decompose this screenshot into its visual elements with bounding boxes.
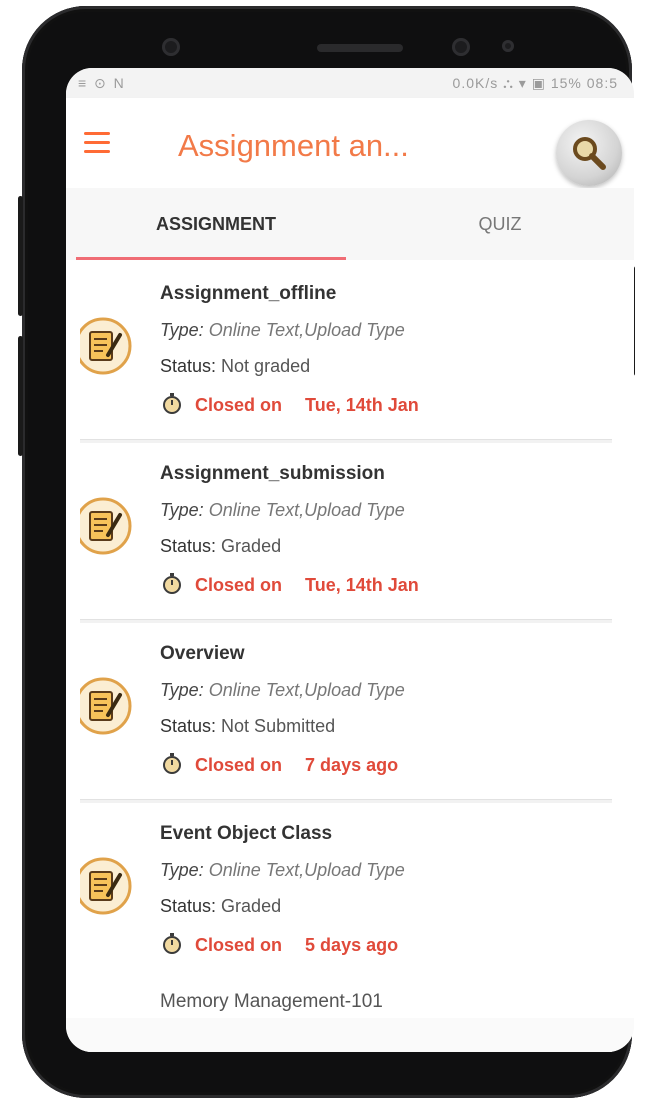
assignment-list[interactable]: Assignment_offline Type: Online Text,Upl…: [80, 263, 612, 1052]
closed-label: Closed on: [195, 935, 283, 955]
sensor-icon: [452, 38, 470, 56]
status-value: Graded: [221, 536, 282, 556]
sensor-icon: [502, 40, 514, 52]
front-camera: [162, 38, 180, 56]
list-item[interactable]: Assignment_offline Type: Online Text,Upl…: [80, 263, 612, 440]
type-label: Type:: [160, 680, 204, 700]
search-button[interactable]: [556, 120, 622, 186]
bottom-edge: [66, 1018, 634, 1052]
screen: ≡ ⊙ N 0.0K/s ⛬ ▾ ▣ 15% 08:5 Assignment a…: [66, 68, 634, 1052]
assignment-title: Event Object Class: [160, 823, 333, 844]
assignment-status: Status: Graded: [160, 896, 281, 917]
list-item[interactable]: Event Object Class Type: Online Text,Upl…: [80, 803, 612, 980]
closed-label: Closed on: [195, 575, 283, 595]
tab-assignment[interactable]: ASSIGNMENT: [66, 188, 366, 260]
assignment-status: Status: Not Submitted: [160, 716, 335, 737]
assignment-title: Overview: [160, 643, 245, 664]
status-icons-right: 0.0K/s ⛬ ▾ ▣ 15% 08:5: [452, 75, 618, 91]
assignment-type: Type: Online Text,Upload Type: [160, 860, 405, 881]
phone-side-button: [18, 196, 23, 316]
assignment-icon: [80, 497, 132, 555]
closed-date: 5 days ago: [305, 935, 399, 955]
status-value: Not Submitted: [221, 716, 336, 736]
assignment-icon: [80, 317, 132, 375]
assignment-title: Assignment_offline: [160, 283, 337, 304]
assignment-closed-on: Closed on 7 days ago: [160, 751, 398, 776]
assignment-status: Status: Graded: [160, 536, 281, 557]
app-bar: Assignment an...: [66, 98, 634, 188]
list-item[interactable]: Assignment_submission Type: Online Text,…: [80, 443, 612, 620]
closed-date: Tue, 14th Jan: [305, 395, 419, 415]
assignment-icon: [80, 677, 132, 735]
assignment-closed-on: Closed on Tue, 14th Jan: [160, 391, 419, 416]
status-bar: ≡ ⊙ N 0.0K/s ⛬ ▾ ▣ 15% 08:5: [66, 68, 634, 98]
type-value: Online Text,Upload Type: [208, 500, 405, 520]
tab-quiz[interactable]: QUIZ: [366, 188, 634, 260]
closed-label: Closed on: [195, 395, 283, 415]
type-label: Type:: [160, 860, 204, 880]
closed-label: Closed on: [195, 755, 283, 775]
tab-indicator: [76, 257, 346, 260]
assignment-closed-on: Closed on Tue, 14th Jan: [160, 571, 419, 596]
type-value: Online Text,Upload Type: [208, 680, 405, 700]
search-icon: [573, 137, 606, 170]
assignment-type: Type: Online Text,Upload Type: [160, 500, 405, 521]
status-label: Status:: [160, 536, 217, 556]
closed-date: 7 days ago: [305, 755, 399, 775]
phone-frame: ≡ ⊙ N 0.0K/s ⛬ ▾ ▣ 15% 08:5 Assignment a…: [18, 6, 635, 1098]
type-label: Type:: [160, 500, 204, 520]
type-label: Type:: [160, 320, 204, 340]
type-value: Online Text,Upload Type: [208, 320, 405, 340]
assignment-type: Type: Online Text,Upload Type: [160, 680, 405, 701]
status-label: Status:: [160, 356, 217, 376]
type-value: Online Text,Upload Type: [208, 860, 405, 880]
assignment-status: Status: Not graded: [160, 356, 310, 377]
status-label: Status:: [160, 896, 217, 916]
earpiece-speaker: [317, 44, 403, 52]
stopwatch-icon: [163, 393, 181, 414]
stopwatch-icon: [163, 933, 181, 954]
assignment-icon: [80, 857, 132, 915]
closed-date: Tue, 14th Jan: [305, 575, 419, 595]
status-icons-left: ≡ ⊙ N: [78, 75, 126, 91]
tab-bar: ASSIGNMENT QUIZ: [66, 188, 634, 260]
menu-icon[interactable]: [84, 132, 110, 154]
stopwatch-icon: [163, 573, 181, 594]
list-item[interactable]: Overview Type: Online Text,Upload Type S…: [80, 623, 612, 800]
status-value: Graded: [221, 896, 282, 916]
assignment-title: Assignment_submission: [160, 463, 385, 484]
assignment-title: Memory Management-101: [160, 991, 383, 1012]
assignment-type: Type: Online Text,Upload Type: [160, 320, 405, 341]
assignment-closed-on: Closed on 5 days ago: [160, 931, 398, 956]
page-title: Assignment an...: [178, 128, 409, 163]
page: ≡ ⊙ N 0.0K/s ⛬ ▾ ▣ 15% 08:5 Assignment a…: [0, 0, 652, 1105]
status-label: Status:: [160, 716, 217, 736]
status-value: Not graded: [221, 356, 311, 376]
phone-side-button: [18, 336, 23, 456]
stopwatch-icon: [163, 753, 181, 774]
